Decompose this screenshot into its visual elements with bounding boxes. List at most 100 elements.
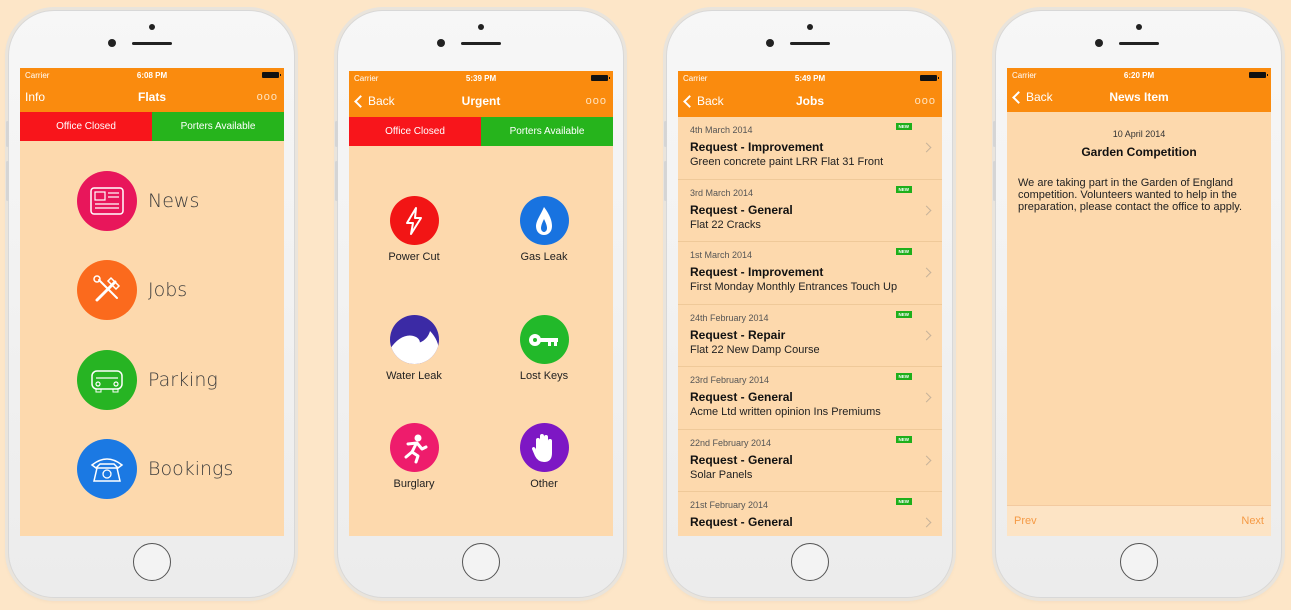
front-sensor [436, 39, 445, 47]
side-button [664, 161, 667, 201]
side-button [993, 121, 996, 147]
back-button[interactable]: Back [354, 94, 395, 108]
tools-icon [77, 260, 137, 320]
job-description: First Monday Monthly Entrances Touch Up [690, 281, 898, 293]
list-item[interactable]: NEW 23rd February 2014 Request - General… [678, 367, 942, 430]
new-badge: NEW [895, 123, 912, 130]
side-button [664, 121, 667, 147]
lightning-icon [389, 196, 439, 245]
office-closed-status: Office Closed [20, 112, 152, 141]
menu-item-parking[interactable]: Parking [77, 350, 218, 410]
nav-row: Info Flats ooo [20, 82, 284, 112]
car-icon [77, 350, 137, 410]
urgent-power-cut[interactable]: Power Cut [359, 196, 469, 263]
screen: Carrier 5:49 PM Back Jobs ooo NEW 4th Ma… [678, 71, 942, 536]
job-description: Flat 22 Cracks [690, 218, 761, 231]
urgent-gas-leak[interactable]: Gas Leak [489, 196, 599, 263]
screen: Carrier 5:39 PM Back Urgent ooo Office C… [349, 71, 613, 536]
new-badge: NEW [895, 373, 912, 380]
job-description: Solar Panels [690, 468, 753, 481]
job-type: Request - Improvement [690, 140, 824, 154]
availability-bar: Office Closed Porters Available [20, 112, 284, 141]
list-item[interactable]: NEW 4th March 2014 Request - Improvement… [678, 117, 942, 180]
back-button[interactable]: Back [683, 94, 724, 108]
front-sensor [107, 39, 116, 47]
prev-button[interactable]: Prev [1014, 515, 1037, 527]
menu-item-bookings[interactable]: Bookings [77, 439, 233, 499]
menu-label: Jobs [148, 279, 188, 301]
menu-item-jobs[interactable]: Jobs [77, 260, 187, 320]
info-button[interactable]: Info [25, 90, 45, 104]
list-item[interactable]: NEW 21st February 2014 Request - General [678, 492, 942, 536]
front-sensor [765, 39, 774, 47]
navbar: Carrier 5:39 PM Back Urgent ooo [349, 71, 613, 117]
job-date: 24th February 2014 [690, 312, 769, 323]
navbar: Carrier 6:20 PM Back News Item [1007, 68, 1271, 112]
flame-icon [519, 196, 569, 245]
next-button[interactable]: Next [1241, 515, 1264, 527]
list-item[interactable]: NEW 1st March 2014 Request - Improvement… [678, 242, 942, 305]
article-body: We are taking part in the Garden of Engl… [1018, 177, 1243, 213]
urgent-burglary[interactable]: Burglary [359, 423, 469, 490]
status-bar: Carrier 6:20 PM [1007, 68, 1271, 82]
hand-icon [519, 423, 569, 472]
list-item[interactable]: NEW 24th February 2014 Request - Repair … [678, 305, 942, 367]
navbar: Carrier 5:49 PM Back Jobs ooo [678, 71, 942, 117]
menu-label: News [148, 190, 200, 212]
job-type: Request - General [690, 202, 793, 217]
job-type: Request - General [690, 515, 793, 529]
more-button[interactable]: ooo [586, 95, 607, 107]
nav-row: Back News Item [1007, 82, 1271, 112]
list-item[interactable]: NEW 3rd March 2014 Request - General Fla… [678, 180, 942, 242]
back-label: Back [1026, 90, 1053, 104]
back-button[interactable]: Back [1012, 90, 1053, 104]
home-button[interactable] [132, 543, 171, 581]
menu-label: Parking [148, 369, 218, 391]
newspaper-icon [77, 171, 137, 231]
battery-icon [591, 75, 610, 81]
new-badge: NEW [895, 310, 912, 318]
job-type: Request - General [690, 452, 793, 467]
jobs-list: NEW 4th March 2014 Request - Improvement… [678, 117, 942, 536]
list-item[interactable]: NEW 22nd February 2014 Request - General… [678, 430, 942, 492]
new-badge: NEW [895, 185, 912, 193]
side-button [335, 161, 338, 201]
job-date: 23rd February 2014 [690, 375, 770, 385]
job-description: Green concrete paint LRR Flat 31 Front [690, 156, 884, 168]
urgent-label: Lost Keys [519, 370, 569, 382]
chevron-left-icon [1012, 90, 1025, 104]
earpiece-speaker [131, 42, 172, 45]
status-bar: Carrier 5:49 PM [678, 71, 942, 85]
pager: Prev Next [1007, 505, 1271, 536]
nav-row: Back Urgent ooo [349, 85, 613, 117]
urgent-other[interactable]: Other [489, 423, 599, 490]
urgent-label: Power Cut [388, 251, 440, 263]
clock: 5:49 PM [794, 73, 826, 83]
job-date: 22nd February 2014 [690, 437, 772, 448]
job-type: Request - Repair [690, 327, 786, 342]
job-description: Flat 22 New Damp Course [690, 343, 820, 356]
home-button[interactable] [790, 543, 829, 581]
camera [477, 24, 484, 30]
porters-available-status: Porters Available [481, 117, 613, 146]
urgent-label: Gas Leak [520, 251, 568, 263]
urgent-water-leak[interactable]: Water Leak [359, 315, 469, 382]
urgent-lost-keys[interactable]: Lost Keys [489, 315, 599, 382]
menu-item-news[interactable]: News [77, 171, 199, 231]
job-date: 4th March 2014 [690, 125, 753, 135]
telephone-icon [77, 439, 137, 499]
side-button [335, 121, 338, 147]
article-title: Garden Competition [1081, 145, 1197, 159]
home-button[interactable] [1119, 543, 1158, 581]
more-button[interactable]: ooo [915, 95, 936, 107]
chevron-left-icon [354, 94, 367, 108]
job-description: Acme Ltd written opinion Ins Premiums [690, 406, 881, 418]
chevron-left-icon [683, 94, 696, 108]
job-date: 3rd March 2014 [690, 187, 754, 198]
urgent-label: Water Leak [386, 370, 442, 382]
earpiece-speaker [1118, 42, 1159, 45]
home-button[interactable] [461, 543, 500, 581]
side-button [6, 161, 9, 201]
more-button[interactable]: ooo [257, 91, 278, 103]
phone-urgent: Carrier 5:39 PM Back Urgent ooo Office C… [335, 10, 624, 598]
